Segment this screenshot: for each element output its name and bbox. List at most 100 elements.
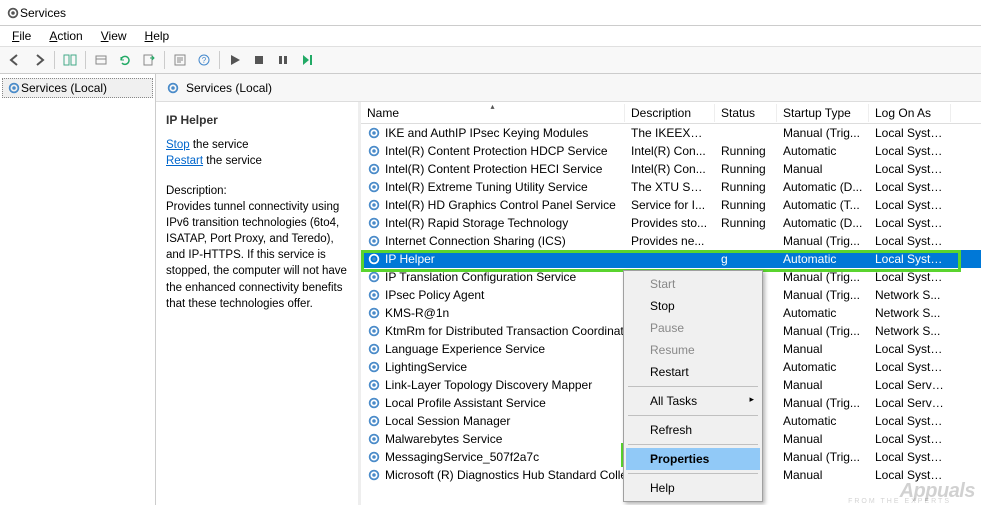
menu-action[interactable]: Action bbox=[41, 27, 90, 45]
ctx-properties[interactable]: Properties bbox=[626, 448, 760, 470]
restart-service-button[interactable] bbox=[296, 49, 318, 71]
toolbar: ? bbox=[0, 46, 981, 74]
service-startup: Manual (Trig... bbox=[777, 450, 869, 464]
service-logon: Local Syste... bbox=[869, 198, 951, 212]
ctx-restart[interactable]: Restart bbox=[626, 361, 760, 383]
table-row[interactable]: Intel(R) HD Graphics Control Panel Servi… bbox=[361, 196, 981, 214]
forward-button[interactable] bbox=[28, 49, 50, 71]
detail-panel: IP Helper Stop the service Restart the s… bbox=[156, 102, 361, 505]
help-button[interactable]: ? bbox=[193, 49, 215, 71]
ctx-resume: Resume bbox=[626, 339, 760, 361]
service-startup: Automatic bbox=[777, 144, 869, 158]
gear-icon bbox=[367, 270, 381, 284]
refresh-button[interactable] bbox=[114, 49, 136, 71]
table-row[interactable]: Intel(R) Extreme Tuning Utility ServiceT… bbox=[361, 178, 981, 196]
service-name: IP Translation Configuration Service bbox=[385, 270, 576, 284]
tree-root-item[interactable]: Services (Local) bbox=[2, 78, 153, 98]
service-name: LightingService bbox=[385, 360, 467, 374]
tree-root-label: Services (Local) bbox=[21, 81, 107, 95]
service-desc: The IKEEXT ... bbox=[625, 126, 715, 140]
service-logon: Local Service bbox=[869, 378, 951, 392]
col-name[interactable]: Name▴ bbox=[361, 104, 625, 122]
list-header: Name▴ Description Status Startup Type Lo… bbox=[361, 102, 981, 124]
service-logon: Local Syste... bbox=[869, 126, 951, 140]
ctx-all-tasks[interactable]: All Tasks bbox=[626, 390, 760, 412]
pause-service-button[interactable] bbox=[272, 49, 294, 71]
titlebar: Services bbox=[0, 0, 981, 26]
service-logon: Local Syste... bbox=[869, 342, 951, 356]
gear-icon bbox=[367, 468, 381, 482]
service-status: Running bbox=[715, 144, 777, 158]
service-name: MessagingService_507f2a7c bbox=[385, 450, 539, 464]
service-status: g bbox=[715, 252, 777, 266]
menu-help[interactable]: Help bbox=[137, 27, 178, 45]
service-name: Language Experience Service bbox=[385, 342, 545, 356]
table-row[interactable]: IKE and AuthIP IPsec Keying Modules The I… bbox=[361, 124, 981, 142]
service-logon: Local Syste... bbox=[869, 432, 951, 446]
properties-button[interactable] bbox=[169, 49, 191, 71]
col-startup[interactable]: Startup Type bbox=[777, 104, 869, 122]
service-startup: Manual (Trig... bbox=[777, 270, 869, 284]
ctx-stop[interactable]: Stop bbox=[626, 295, 760, 317]
main-area: Services (Local) Services (Local) IP Hel… bbox=[0, 74, 981, 505]
context-menu: StartStopPauseResumeRestart All Tasks Refr… bbox=[623, 270, 763, 502]
service-name: Local Session Manager bbox=[385, 414, 510, 428]
services-icon bbox=[6, 6, 20, 20]
service-desc: Intel(R) Con... bbox=[625, 162, 715, 176]
gear-icon bbox=[367, 450, 381, 464]
stop-service-button[interactable] bbox=[248, 49, 270, 71]
gear-icon bbox=[367, 378, 381, 392]
col-desc[interactable]: Description bbox=[625, 104, 715, 122]
service-name: IKE and AuthIP IPsec Keying Modules bbox=[385, 126, 588, 140]
service-startup: Manual (Trig... bbox=[777, 126, 869, 140]
show-hide-button[interactable] bbox=[59, 49, 81, 71]
right-panel: Services (Local) IP Helper Stop the serv… bbox=[156, 74, 981, 505]
service-logon: Local Syste... bbox=[869, 162, 951, 176]
ctx-start: Start bbox=[626, 273, 760, 295]
service-name: Local Profile Assistant Service bbox=[385, 396, 546, 410]
ctx-separator bbox=[628, 473, 758, 474]
stop-link[interactable]: Stop bbox=[166, 139, 190, 151]
restart-link[interactable]: Restart bbox=[166, 155, 203, 167]
service-desc: Service for I... bbox=[625, 198, 715, 212]
gear-icon bbox=[7, 81, 21, 95]
col-status[interactable]: Status bbox=[715, 104, 777, 122]
menu-view[interactable]: View bbox=[93, 27, 135, 45]
service-startup: Manual bbox=[777, 378, 869, 392]
ctx-refresh[interactable]: Refresh bbox=[626, 419, 760, 441]
menu-file[interactable]: File bbox=[4, 27, 39, 45]
table-row[interactable]: Intel(R) Content Protection HECI Service… bbox=[361, 160, 981, 178]
gear-icon bbox=[367, 162, 381, 176]
separator bbox=[85, 51, 86, 69]
col-logon[interactable]: Log On As bbox=[869, 104, 951, 122]
table-row[interactable]: IP HelpergAutomaticLocal Syste... bbox=[361, 250, 981, 268]
ctx-pause: Pause bbox=[626, 317, 760, 339]
service-logon: Local Syste... bbox=[869, 468, 951, 482]
ctx-help[interactable]: Help bbox=[626, 477, 760, 499]
service-logon: Local Syste... bbox=[869, 360, 951, 374]
service-logon: Network S... bbox=[869, 324, 951, 338]
panels: IP Helper Stop the service Restart the s… bbox=[156, 102, 981, 505]
gear-icon bbox=[367, 396, 381, 410]
export-list-button[interactable] bbox=[138, 49, 160, 71]
service-status: Running bbox=[715, 198, 777, 212]
menubar: File Action View Help bbox=[0, 26, 981, 46]
service-logon: Local Syste... bbox=[869, 270, 951, 284]
start-service-button[interactable] bbox=[224, 49, 246, 71]
service-logon: Local Syste... bbox=[869, 216, 951, 230]
service-logon: Network S... bbox=[869, 306, 951, 320]
service-logon: Local Syste... bbox=[869, 252, 951, 266]
back-button[interactable] bbox=[4, 49, 26, 71]
gear-icon bbox=[367, 306, 381, 320]
service-status: Running bbox=[715, 216, 777, 230]
gear-icon bbox=[367, 432, 381, 446]
service-startup: Automatic bbox=[777, 360, 869, 374]
table-row[interactable]: Intel(R) Rapid Storage TechnologyProvide… bbox=[361, 214, 981, 232]
table-row[interactable]: Internet Connection Sharing (ICS)Provide… bbox=[361, 232, 981, 250]
service-startup: Automatic bbox=[777, 306, 869, 320]
separator bbox=[164, 51, 165, 69]
gear-icon bbox=[367, 414, 381, 428]
table-row[interactable]: Intel(R) Content Protection HDCP Service… bbox=[361, 142, 981, 160]
gear-icon bbox=[367, 126, 381, 140]
export-button[interactable] bbox=[90, 49, 112, 71]
